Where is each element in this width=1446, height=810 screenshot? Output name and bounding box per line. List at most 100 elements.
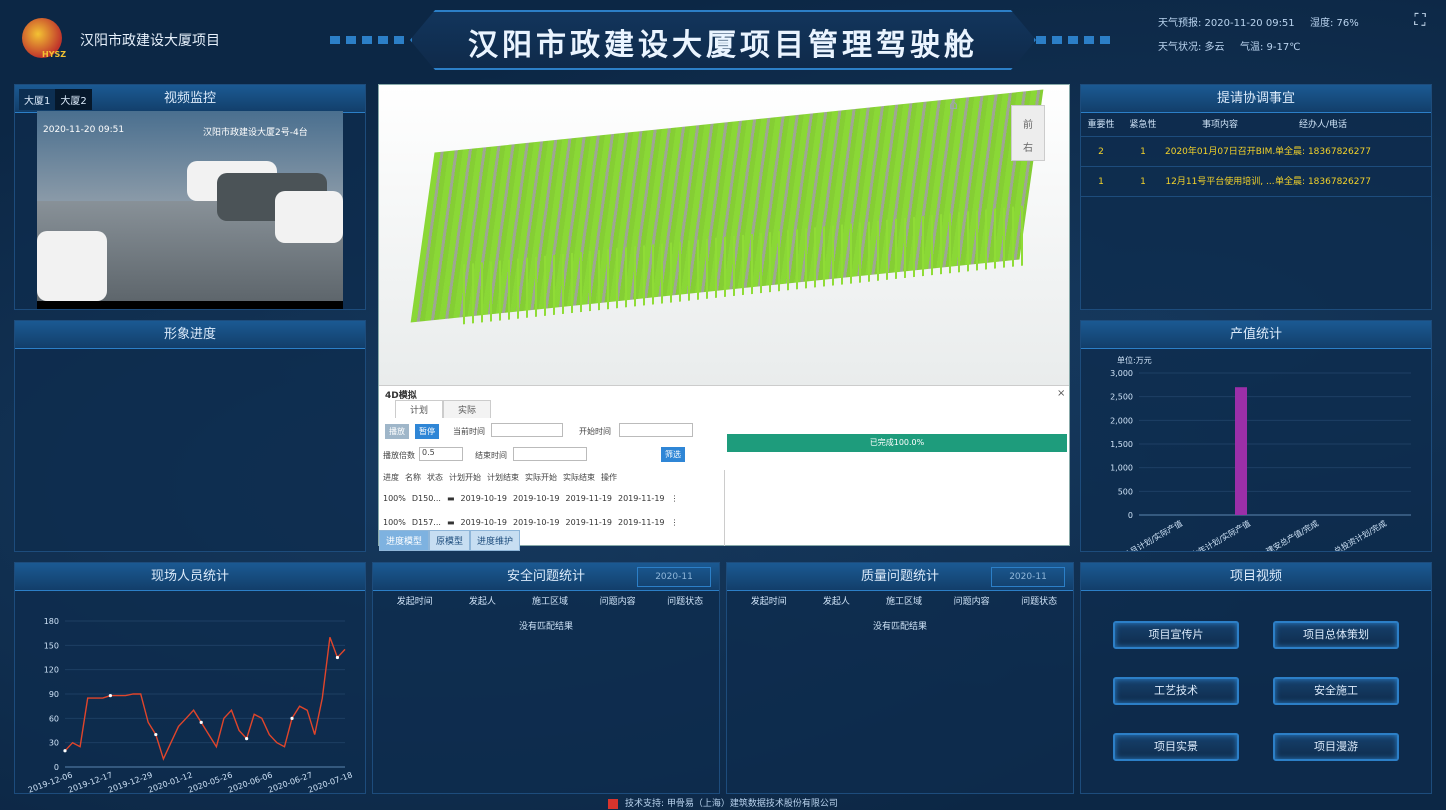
urgency-cell: 1 <box>1140 177 1146 187</box>
importance-cell: 2 <box>1098 147 1104 157</box>
x-tick-label: 2019-12-06 <box>27 770 74 793</box>
bim-model-viewer[interactable]: ⌂ 前 右 ▼ 4D模拟 × 计划 实际 播放 暂停 当前时间 开始时间 已完成… <box>378 84 1070 551</box>
grid-header-cell: 进度 <box>383 473 399 482</box>
speed-select[interactable]: 0.5 <box>419 447 463 461</box>
quality-date-picker[interactable]: 2020-11 <box>991 567 1065 587</box>
col-start-time: 发起时间 <box>750 597 787 607</box>
row-action-icon[interactable]: ⋮ <box>671 494 685 503</box>
grid-header-cell: 状态 <box>427 473 443 482</box>
play-button[interactable]: 播放 <box>385 424 409 439</box>
view-cube-top: 前 <box>1023 120 1033 131</box>
grid-header-cell: 计划结束 <box>487 473 519 482</box>
pause-button[interactable]: 暂停 <box>415 424 439 439</box>
coordination-panel: 提请协调事宜 重要性 紧急性 事项内容 经办人/电话 2 1 2020年01月0… <box>1080 84 1432 310</box>
y-tick-label: 3,000 <box>1110 369 1133 378</box>
content-cell: 2020年01月07日召开BIM... <box>1165 147 1275 157</box>
weather-status: 天气状况: 多云 <box>1158 42 1225 53</box>
speed-label: 播放倍数 <box>383 451 415 460</box>
x-tick-label: 建安总产值/完成 <box>1264 518 1320 551</box>
progress-panel: 形象进度 <box>14 320 366 552</box>
current-time-input[interactable] <box>491 423 563 437</box>
x-tick-label: 2020-07-18 <box>307 770 354 793</box>
fullscreen-icon[interactable]: ⛶ <box>1410 10 1430 30</box>
tab-progress-maintain[interactable]: 进度维护 <box>470 530 521 551</box>
project-video-title: 项目视频 <box>1081 563 1431 591</box>
quality-table-header: 发起时间 发起人 施工区域 问题内容 问题状态 <box>727 591 1073 613</box>
content-cell: 12月11号平台使用培训, ... <box>1165 177 1275 187</box>
y-tick-label: 60 <box>49 714 59 723</box>
y-tick-label: 150 <box>44 641 59 650</box>
staff-point <box>290 716 294 720</box>
safety-panel: 安全问题统计 2020-11 发起时间 发起人 施工区域 问题内容 问题状态 没… <box>372 562 720 794</box>
grid-cell: 2019-11-19 <box>565 518 613 527</box>
video-tab-2[interactable]: 大厦2 <box>55 89 92 110</box>
grid-cell: 100% <box>383 494 406 503</box>
current-time-label: 当前时间 <box>453 427 485 436</box>
safety-construction-button[interactable]: 安全施工 <box>1273 677 1399 705</box>
x-tick-label: 2020-06-06 <box>227 770 274 793</box>
grid-cell: 100% <box>383 518 406 527</box>
tab-progress-model[interactable]: 进度模型 <box>379 530 430 551</box>
col-status: 问题状态 <box>1021 597 1058 607</box>
process-tech-button[interactable]: 工艺技术 <box>1113 677 1239 705</box>
tab-original-model[interactable]: 原模型 <box>429 530 471 551</box>
grid-cell: ▬ <box>446 494 455 503</box>
col-importance: 重要性 <box>1087 120 1115 130</box>
humidity: 湿度: 76% <box>1310 18 1359 29</box>
view-cube[interactable]: 前 右 <box>1011 105 1045 161</box>
video-tab-1[interactable]: 大厦1 <box>19 89 56 110</box>
table-row[interactable]: 2 1 2020年01月07日召开BIM... 单全晨: 18367826277 <box>1081 137 1431 167</box>
col-contact: 经办人/电话 <box>1298 120 1348 130</box>
start-time-input[interactable] <box>619 423 693 437</box>
grid-cell: 2019-11-19 <box>565 494 613 503</box>
tab-actual[interactable]: 实际 <box>443 400 492 418</box>
col-initiator: 发起人 <box>468 597 496 607</box>
filter-button[interactable]: 筛选 <box>661 447 685 462</box>
model-stage[interactable]: ⌂ 前 右 <box>379 85 1069 385</box>
project-roam-button[interactable]: 项目漫游 <box>1273 733 1399 761</box>
weather-forecast: 天气预报: 2020-11-20 09:51 <box>1158 18 1295 29</box>
project-video-panel: 项目视频 项目宣传片 项目总体策划 工艺技术 安全施工 项目实景 项目漫游 <box>1080 562 1432 794</box>
footer-logo-icon <box>608 798 619 809</box>
staff-point <box>63 749 67 753</box>
col-issue: 问题内容 <box>953 597 990 607</box>
col-issue: 问题内容 <box>599 597 636 607</box>
promo-video-button[interactable]: 项目宣传片 <box>1113 621 1239 649</box>
table-row[interactable]: 100% D157... ▬ 2019-10-19 2019-10-19 201… <box>383 518 685 527</box>
tab-plan[interactable]: 计划 <box>395 400 444 418</box>
car-4 <box>37 231 107 301</box>
y-tick-label: 1,000 <box>1110 464 1133 473</box>
y-tick-label: 2,500 <box>1110 393 1133 402</box>
overall-plan-button[interactable]: 项目总体策划 <box>1273 621 1399 649</box>
output-bar-chart: 单位:万元 0 500 1,000 1,500 2,000 2,500 3,000 11月计划/… <box>1110 355 1411 561</box>
table-row[interactable]: 100% D150... ▬ 2019-10-19 2019-10-19 201… <box>383 494 685 503</box>
project-scene-button[interactable]: 项目实景 <box>1113 733 1239 761</box>
grid-header-cell: 名称 <box>405 473 421 482</box>
y-tick-label: 120 <box>44 666 59 675</box>
app-name: 汉阳市政建设大厦项目 <box>80 33 220 49</box>
grid-header-cell: 操作 <box>601 473 617 482</box>
home-icon[interactable]: ⌂ <box>949 97 958 113</box>
end-time-input[interactable] <box>513 447 587 461</box>
safety-date-picker[interactable]: 2020-11 <box>637 567 711 587</box>
contact-cell: 单全晨: 18367826277 <box>1275 177 1371 187</box>
view-cube-side: 右 <box>1023 143 1033 154</box>
close-icon[interactable]: × <box>1057 388 1065 399</box>
quality-no-data: 没有匹配结果 <box>872 622 927 632</box>
header-deco-right <box>1036 36 1116 44</box>
urgency-cell: 1 <box>1140 147 1146 157</box>
header: HYSZ 汉阳市政建设大厦项目 汉阳市政建设大厦项目管理驾驶舱 天气预报: 20… <box>0 0 1446 80</box>
grid-cell: 2019-11-19 <box>618 494 665 503</box>
x-tick-label: 2020-05-26 <box>187 770 234 793</box>
grid-header-cell: 计划开始 <box>449 473 481 482</box>
y-tick-label: 30 <box>49 739 59 748</box>
col-start-time: 发起时间 <box>396 597 433 607</box>
row-action-icon[interactable]: ⋮ <box>671 518 685 527</box>
y-tick-label: 0 <box>1128 511 1133 520</box>
staff-panel: 现场人员统计 0 30 60 90 120 150 180 2019-12-06 2019-12… <box>14 562 366 795</box>
grid-cell: ▬ <box>446 518 455 527</box>
table-row[interactable]: 1 1 12月11号平台使用培训, ... 单全晨: 18367826277 <box>1081 167 1431 197</box>
video-feed[interactable]: 2020-11-20 09:51 汉阳市政建设大厦2号-4台 <box>37 111 343 309</box>
output-panel: 产值统计 单位:万元 0 500 1,000 1,500 2,000 2,500 3,000 1… <box>1080 320 1432 561</box>
safety-no-data: 没有匹配结果 <box>518 622 573 632</box>
